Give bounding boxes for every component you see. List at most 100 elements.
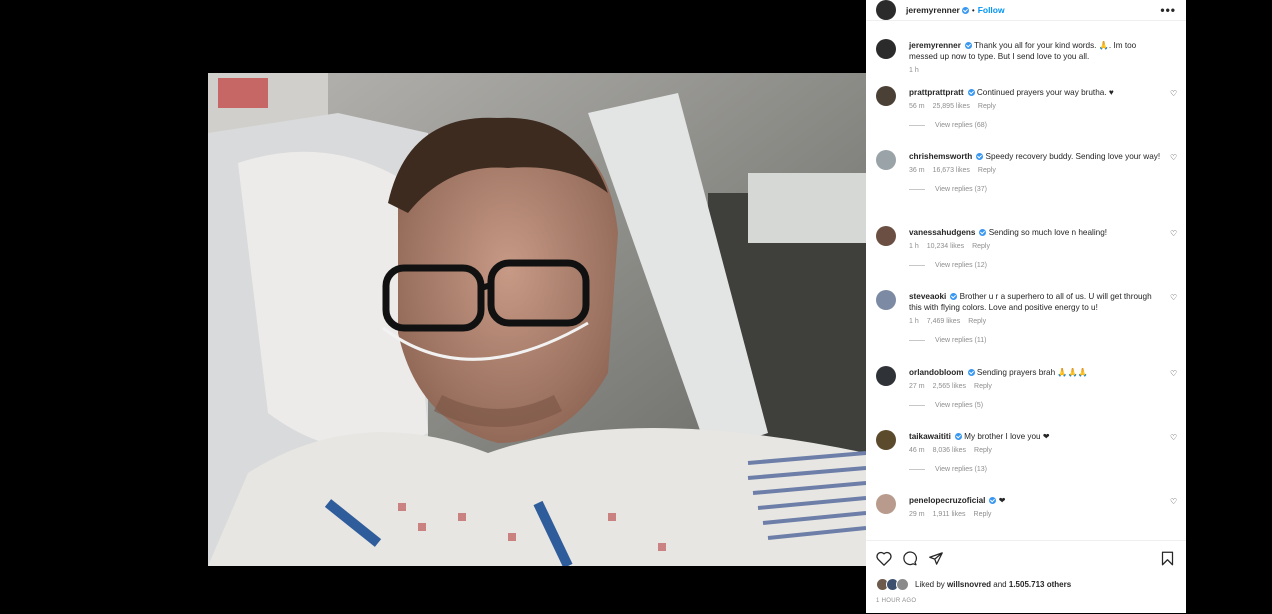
caption-time: 1 h	[909, 67, 919, 74]
view-replies-label[interactable]: View replies (5)	[935, 402, 983, 409]
commenter-avatar[interactable]	[876, 86, 896, 106]
verified-icon	[967, 369, 975, 377]
follow-button[interactable]: Follow	[978, 5, 1005, 15]
comment-likes[interactable]: 10,234 likes	[927, 243, 964, 250]
view-replies[interactable]: View replies (13)	[909, 466, 1164, 473]
reply-button[interactable]: Reply	[974, 383, 992, 390]
view-replies[interactable]: View replies (12)	[909, 262, 1164, 269]
comment-row: steveaoki Brother u r a superhero to all…	[866, 281, 1186, 357]
view-replies-label[interactable]: View replies (68)	[935, 122, 987, 129]
caption-username[interactable]: jeremyrenner	[909, 41, 961, 50]
reply-button[interactable]: Reply	[978, 167, 996, 174]
comment-username[interactable]: vanessahudgens	[909, 228, 975, 237]
comment-time: 1 h	[909, 243, 919, 250]
comment-row: vanessahudgens Sending so much love n he…	[866, 217, 1186, 281]
more-options-icon[interactable]: •••	[1160, 3, 1176, 17]
view-replies[interactable]: View replies (11)	[909, 337, 1164, 344]
comment-likes[interactable]: 2,565 likes	[933, 383, 966, 390]
verified-icon	[950, 293, 958, 301]
comment-text: Speedy recovery buddy. Sending love your…	[985, 152, 1161, 161]
post-photo	[208, 73, 866, 566]
replies-divider	[909, 405, 925, 406]
comment-time: 46 m	[909, 447, 925, 454]
comment-likes[interactable]: 7,469 likes	[927, 318, 960, 325]
comment-row: penelopecruzoficial ❤ 29 m 1,911 likes Repl…	[866, 485, 1186, 525]
replies-divider	[909, 340, 925, 341]
post-panel: jeremyrenner • Follow ••• jeremyrenner T…	[866, 0, 1186, 613]
reply-button[interactable]: Reply	[974, 511, 992, 518]
verified-icon	[954, 433, 962, 441]
liker-avatar	[896, 578, 909, 591]
likes-and: and	[993, 580, 1007, 589]
comment-text: Sending so much love n healing!	[988, 228, 1108, 237]
view-replies[interactable]: View replies (5)	[909, 402, 1164, 409]
reply-button[interactable]: Reply	[968, 318, 986, 325]
likes-count[interactable]: 1.505.713 others	[1009, 580, 1071, 589]
comment-row: orlandobloom Sending prayers brah 🙏🙏🙏 27 …	[866, 357, 1186, 421]
comment-time: 1 h	[909, 318, 919, 325]
comment-like-heart-icon[interactable]: ♡	[1170, 498, 1178, 506]
comment-likes[interactable]: 1,911 likes	[933, 511, 966, 518]
comment-like-heart-icon[interactable]: ♡	[1170, 154, 1178, 162]
comment-like-heart-icon[interactable]: ♡	[1170, 90, 1178, 98]
comments-list[interactable]: jeremyrenner Thank you all for your kind…	[866, 30, 1186, 540]
comment-username[interactable]: penelopecruzoficial	[909, 496, 985, 505]
post-header: jeremyrenner • Follow •••	[866, 0, 1186, 21]
commenter-avatar[interactable]	[876, 290, 896, 310]
verified-icon	[989, 497, 997, 505]
comment-username[interactable]: orlandobloom	[909, 368, 964, 377]
comment-like-heart-icon[interactable]: ♡	[1170, 294, 1178, 302]
verified-icon	[979, 229, 987, 237]
view-replies-label[interactable]: View replies (12)	[935, 262, 987, 269]
comment-time: 56 m	[909, 103, 925, 110]
comment-time: 36 m	[909, 167, 925, 174]
comment-likes[interactable]: 8,036 likes	[933, 447, 966, 454]
verified-icon	[967, 89, 975, 97]
commenter-avatar[interactable]	[876, 150, 896, 170]
comment-row: prattprattpratt Continued prayers your w…	[866, 77, 1186, 141]
comment-text: ❤	[998, 496, 1006, 505]
comment-like-heart-icon[interactable]: ♡	[1170, 230, 1178, 238]
separator-dot: •	[971, 5, 975, 15]
comment-username[interactable]: taikawaititi	[909, 432, 951, 441]
share-icon[interactable]	[928, 551, 944, 566]
comment-likes[interactable]: 25,895 likes	[933, 103, 970, 110]
comment-like-heart-icon[interactable]: ♡	[1170, 370, 1178, 378]
post-timestamp: 1 HOUR AGO	[876, 598, 917, 604]
liked-by-user[interactable]: willsnovred	[947, 580, 991, 589]
author-username[interactable]: jeremyrenner	[906, 5, 960, 15]
author-avatar[interactable]	[876, 0, 896, 20]
comment-username[interactable]: chrishemsworth	[909, 152, 972, 161]
comment-likes[interactable]: 16,673 likes	[933, 167, 970, 174]
verified-icon	[976, 153, 984, 161]
caption: jeremyrenner Thank you all for your kind…	[866, 30, 1186, 77]
commenter-avatar[interactable]	[876, 494, 896, 514]
comment-like-heart-icon[interactable]: ♡	[1170, 434, 1178, 442]
comment-text: Sending prayers brah 🙏🙏🙏	[976, 368, 1089, 377]
view-replies-label[interactable]: View replies (37)	[935, 186, 987, 193]
bookmark-icon[interactable]	[1161, 551, 1174, 566]
replies-divider	[909, 469, 925, 470]
commenter-avatar[interactable]	[876, 226, 896, 246]
likes-prefix: Liked by	[915, 580, 945, 589]
reply-button[interactable]: Reply	[972, 243, 990, 250]
comment-username[interactable]: steveaoki	[909, 292, 946, 301]
view-replies[interactable]: View replies (37)	[909, 186, 1164, 193]
reply-button[interactable]: Reply	[974, 447, 992, 454]
caption-avatar[interactable]	[876, 39, 896, 59]
replies-divider	[909, 125, 925, 126]
like-heart-icon[interactable]	[876, 551, 892, 566]
comment-icon[interactable]	[902, 551, 918, 566]
comment-row: chrishemsworth Speedy recovery buddy. Se…	[866, 141, 1186, 217]
verified-icon	[964, 42, 972, 50]
view-replies-label[interactable]: View replies (11)	[935, 337, 987, 344]
view-replies[interactable]: View replies (68)	[909, 122, 1164, 129]
reply-button[interactable]: Reply	[978, 103, 996, 110]
likes-summary: Liked by willsnovred and 1.505.713 other…	[876, 578, 1071, 591]
commenter-avatar[interactable]	[876, 366, 896, 386]
commenter-avatar[interactable]	[876, 430, 896, 450]
view-replies-label[interactable]: View replies (13)	[935, 466, 987, 473]
comment-username[interactable]: prattprattpratt	[909, 88, 964, 97]
post-actions: Liked by willsnovred and 1.505.713 other…	[866, 540, 1186, 614]
comment-text: Continued prayers your way brutha. ♥	[976, 88, 1114, 97]
